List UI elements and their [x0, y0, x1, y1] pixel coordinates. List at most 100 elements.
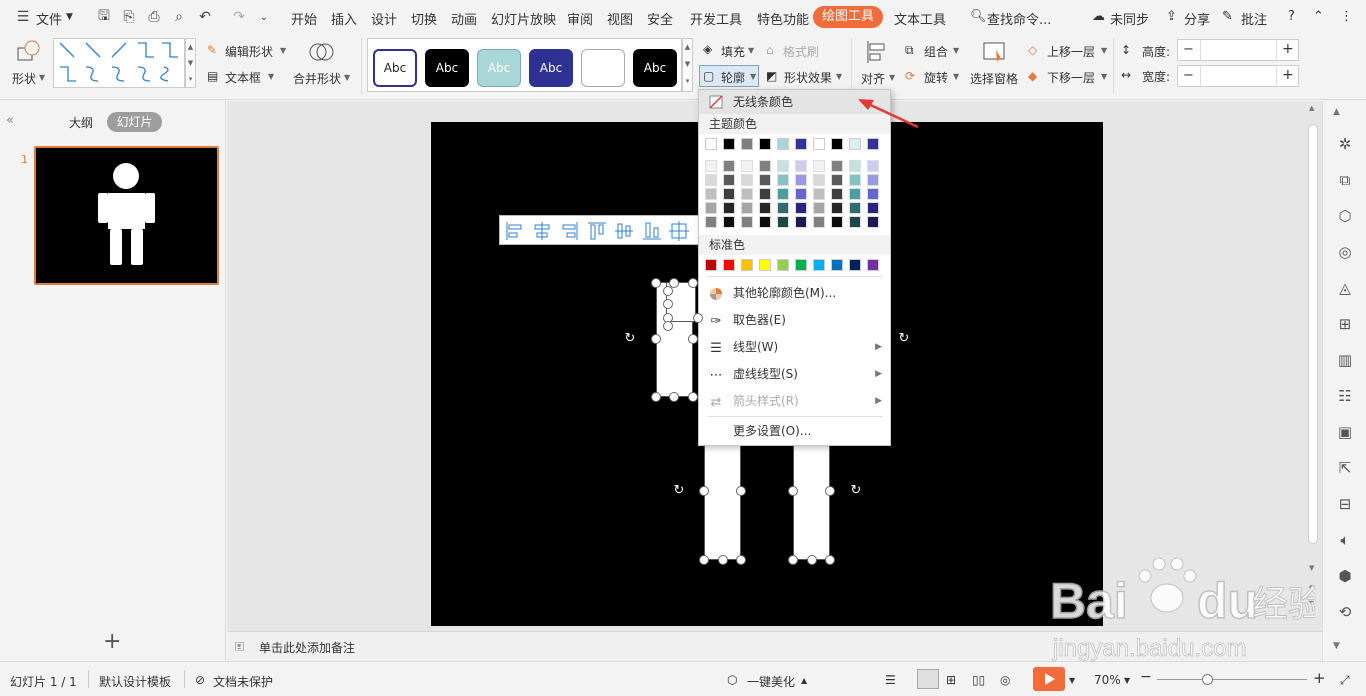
- hamburger-icon[interactable]: ☰: [14, 8, 32, 26]
- tab-special[interactable]: 特色功能: [757, 9, 809, 28]
- resize-handle[interactable]: [688, 334, 698, 344]
- theme-color-swatch[interactable]: [813, 138, 825, 150]
- more-settings-item[interactable]: 更多设置(O)...: [699, 418, 890, 445]
- sync-status[interactable]: 未同步: [1110, 9, 1149, 28]
- standard-color-swatch[interactable]: [759, 259, 771, 271]
- send-backward-button[interactable]: 下移一层: [1047, 69, 1095, 86]
- theme-shade-swatch[interactable]: [867, 216, 879, 228]
- resize-handle[interactable]: [651, 334, 661, 344]
- shape-gallery[interactable]: [53, 38, 185, 88]
- theme-shade-swatch[interactable]: [705, 202, 717, 214]
- history-icon[interactable]: ⟲: [1335, 602, 1355, 622]
- resize-handle[interactable]: [663, 286, 673, 296]
- theme-shade-swatch[interactable]: [723, 216, 735, 228]
- theme-shade-swatch[interactable]: [777, 174, 789, 186]
- resize-handle[interactable]: [699, 555, 709, 565]
- undo-icon[interactable]: ↶: [196, 8, 214, 26]
- theme-shade-swatch[interactable]: [741, 188, 753, 200]
- align-icon[interactable]: [866, 40, 888, 64]
- theme-shade-swatch[interactable]: [759, 216, 771, 228]
- comment-button[interactable]: 批注: [1241, 9, 1267, 28]
- resize-handle[interactable]: [788, 555, 798, 565]
- shape-right-leg[interactable]: [793, 440, 830, 560]
- fill-bucket-icon[interactable]: ◬: [1335, 278, 1355, 298]
- resize-handle[interactable]: [788, 486, 798, 496]
- theme-color-swatch[interactable]: [723, 138, 735, 150]
- align-right-icon[interactable]: [558, 220, 580, 242]
- rotate-handle-icon[interactable]: ↻: [623, 332, 637, 346]
- theme-shade-swatch[interactable]: [831, 188, 843, 200]
- dash-type-item[interactable]: ⋯ 虚线线型(S) ▶: [699, 361, 890, 388]
- style-outline-blue[interactable]: Abc: [373, 49, 417, 87]
- zoom-level[interactable]: 70%: [1094, 673, 1121, 687]
- location-icon[interactable]: ◎: [1335, 242, 1355, 262]
- resize-handle[interactable]: [736, 555, 746, 565]
- resize-handle[interactable]: [718, 555, 728, 565]
- group-button[interactable]: 组合: [924, 43, 948, 60]
- align-top-icon[interactable]: [586, 220, 608, 242]
- fit-window-icon[interactable]: ⤢: [1340, 673, 1350, 688]
- shape-icon[interactable]: ⬡: [1335, 206, 1355, 226]
- resize-handle[interactable]: [807, 555, 817, 565]
- slide-sorter-icon[interactable]: ⊞: [946, 673, 956, 687]
- box-icon[interactable]: ⊟: [1335, 494, 1355, 514]
- style-gallery-scroll[interactable]: ▲ ▼ ▾: [682, 38, 693, 92]
- theme-shade-swatch[interactable]: [795, 216, 807, 228]
- theme-shade-swatch[interactable]: [759, 202, 771, 214]
- audio-icon[interactable]: 🔈︎: [1335, 530, 1355, 550]
- theme-color-swatch[interactable]: [849, 138, 861, 150]
- theme-color-swatch[interactable]: [777, 138, 789, 150]
- height-increase-button[interactable]: +: [1282, 41, 1294, 57]
- zoom-out-button[interactable]: −: [1140, 669, 1152, 685]
- width-increase-button[interactable]: +: [1282, 67, 1294, 83]
- width-decrease-button[interactable]: −: [1183, 68, 1194, 83]
- align-center-icon[interactable]: [531, 220, 553, 242]
- standard-color-swatch[interactable]: [723, 259, 735, 271]
- theme-shade-swatch[interactable]: [813, 188, 825, 200]
- tab-transition[interactable]: 切换: [411, 9, 437, 28]
- tab-review[interactable]: 审阅: [567, 9, 593, 28]
- tab-home[interactable]: 开始: [291, 9, 317, 28]
- resize-handle[interactable]: [825, 486, 835, 496]
- theme-shade-swatch[interactable]: [849, 174, 861, 186]
- distribute-icon[interactable]: [668, 220, 690, 242]
- design-template[interactable]: 默认设计模板: [99, 673, 171, 690]
- theme-shade-swatch[interactable]: [813, 160, 825, 172]
- theme-shade-swatch[interactable]: [795, 160, 807, 172]
- more-outline-colors-item[interactable]: 其他轮廓颜色(M)...: [699, 280, 890, 307]
- theme-shade-swatch[interactable]: [795, 174, 807, 186]
- slide-thumbnail[interactable]: [34, 146, 219, 285]
- zoom-slider[interactable]: [1157, 679, 1307, 680]
- style-navy[interactable]: Abc: [529, 49, 573, 87]
- theme-color-swatch[interactable]: [759, 138, 771, 150]
- tab-outline[interactable]: 大纲: [69, 114, 93, 131]
- hexagon-icon[interactable]: ⬢: [1335, 566, 1355, 586]
- theme-shade-swatch[interactable]: [705, 160, 717, 172]
- notes-bar[interactable]: 🗉 单击此处添加备注: [227, 631, 1322, 661]
- line-type-item[interactable]: ☰ 线型(W) ▶: [699, 334, 890, 361]
- theme-shade-swatch[interactable]: [867, 188, 879, 200]
- theme-shade-swatch[interactable]: [813, 174, 825, 186]
- save-icon[interactable]: 🖫: [95, 8, 113, 26]
- rotate-button[interactable]: 旋转: [924, 69, 948, 86]
- tab-insert[interactable]: 插入: [331, 9, 357, 28]
- share-button[interactable]: 分享: [1184, 9, 1210, 28]
- zoom-slider-thumb[interactable]: [1202, 674, 1213, 685]
- help-button[interactable]: ?: [1288, 9, 1295, 24]
- image-icon[interactable]: ▣: [1335, 422, 1355, 442]
- chevron-down-icon[interactable]: ▼: [66, 12, 73, 22]
- shape-left-leg[interactable]: [704, 440, 741, 560]
- play-button[interactable]: [1033, 667, 1065, 691]
- presenter-icon[interactable]: ◎: [1000, 673, 1010, 687]
- add-slide-button[interactable]: +: [103, 629, 121, 654]
- customize-icon[interactable]: ⌄: [255, 8, 273, 26]
- copy-icon[interactable]: ⧉: [1335, 170, 1355, 190]
- theme-shade-swatch[interactable]: [741, 216, 753, 228]
- tab-developer[interactable]: 开发工具: [690, 9, 742, 28]
- theme-color-swatch[interactable]: [831, 138, 843, 150]
- theme-color-swatch[interactable]: [867, 138, 879, 150]
- notes-placeholder[interactable]: 单击此处添加备注: [259, 639, 355, 656]
- bring-forward-button[interactable]: 上移一层: [1047, 43, 1095, 60]
- tab-design[interactable]: 设计: [371, 9, 397, 28]
- theme-shade-swatch[interactable]: [813, 216, 825, 228]
